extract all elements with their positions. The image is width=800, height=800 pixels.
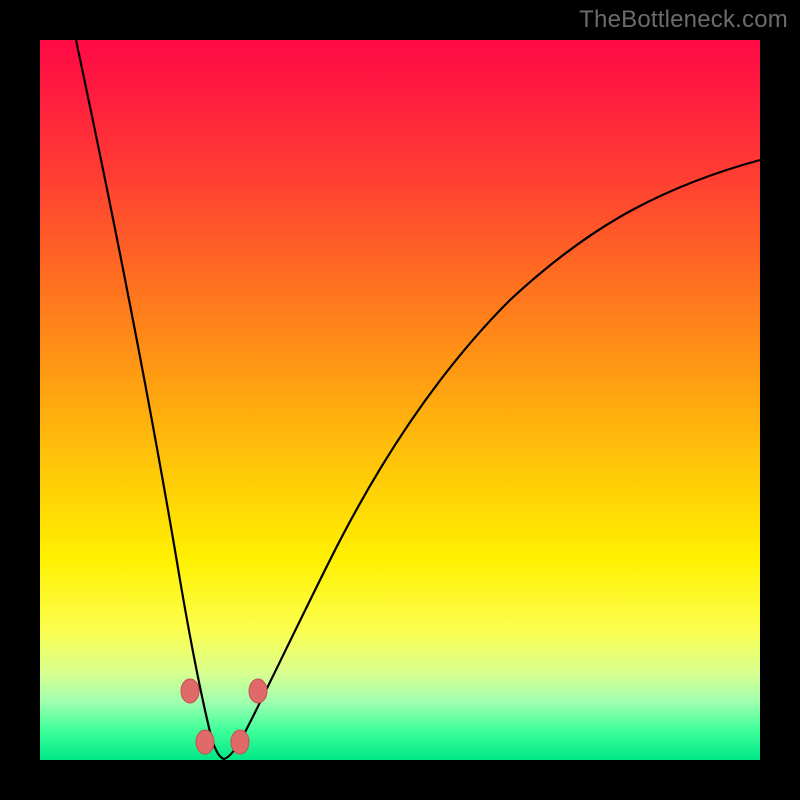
marker-dot (181, 679, 199, 703)
marker-dot (249, 679, 267, 703)
chart-frame: TheBottleneck.com (0, 0, 800, 800)
curve-svg (40, 40, 760, 760)
plot-area (40, 40, 760, 760)
watermark-text: TheBottleneck.com (579, 6, 788, 34)
marker-dot (196, 730, 214, 754)
bottleneck-curve (76, 40, 760, 759)
marker-dot (231, 730, 249, 754)
